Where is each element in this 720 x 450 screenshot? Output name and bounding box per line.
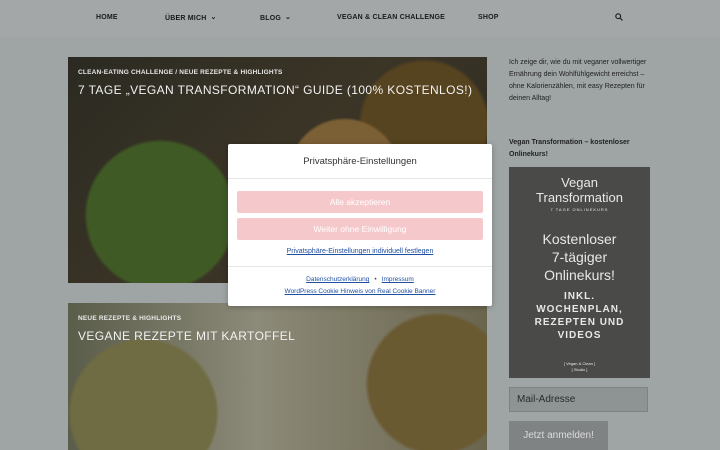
nav-item-label: VEGAN & CLEAN CHALLENGE bbox=[337, 14, 446, 21]
promo-brand: [ Vegan & Clean ] bbox=[563, 361, 596, 366]
nav-item-blog[interactable]: BLOG ⌄ bbox=[260, 14, 291, 22]
promo-title: Vegan bbox=[561, 175, 598, 190]
post-category[interactable]: CLEAN-EATING CHALLENGE / NEUE REZEPTE & … bbox=[78, 69, 283, 76]
accept-all-button[interactable]: Alle akzeptieren bbox=[237, 191, 483, 213]
email-field[interactable]: Mail-Adresse bbox=[509, 387, 648, 412]
continue-without-consent-button[interactable]: Weiter ohne Einwilligung bbox=[237, 218, 483, 240]
sidebar-intro: Ich zeige dir, wie du mit veganer vollwe… bbox=[509, 59, 647, 102]
nav-item-shop[interactable]: SHOP bbox=[478, 14, 499, 21]
cookie-banner-credit-link[interactable]: WordPress Cookie Hinweis von Real Cookie… bbox=[228, 288, 492, 295]
dialog-title: Privatsphäre-Einstellungen bbox=[303, 156, 417, 167]
nav-item-home[interactable]: HOME bbox=[96, 14, 118, 21]
legal-links: Datenschutzerklärung • Impressum bbox=[228, 276, 492, 283]
promo-brand: [ Studio ] bbox=[571, 367, 588, 372]
promo-offer: 7-tägiger bbox=[551, 249, 608, 265]
imprint-link[interactable]: Impressum bbox=[382, 276, 414, 283]
chevron-down-icon: ⌄ bbox=[285, 14, 292, 21]
privacy-policy-link[interactable]: Datenschutzerklärung bbox=[306, 276, 369, 283]
promo-offer: Kostenloser bbox=[542, 231, 617, 247]
divider bbox=[228, 266, 492, 267]
nav-item-label: ÜBER MICH bbox=[165, 15, 207, 22]
nav-item-label: BLOG bbox=[260, 15, 282, 22]
post-title[interactable]: 7 TAGE „VEGAN TRANSFORMATION“ GUIDE (100… bbox=[78, 83, 472, 97]
nav-item-label: HOME bbox=[96, 14, 118, 21]
email-placeholder: Mail-Adresse bbox=[517, 394, 576, 405]
promo-subtitle: 7 TAGE ONLINEKURS bbox=[550, 207, 609, 212]
nav-item-ueber-mich[interactable]: ÜBER MICH ⌄ bbox=[165, 14, 217, 22]
nav-item-label: SHOP bbox=[478, 14, 499, 21]
promo-includes: WOCHENPLAN, bbox=[536, 304, 623, 315]
cookie-consent-dialog: Privatsphäre-Einstellungen Alle akzeptie… bbox=[228, 144, 492, 306]
promo-includes: VIDEOS bbox=[557, 330, 602, 341]
post-card[interactable]: NEUE REZEPTE & HIGHLIGHTS VEGANE REZEPTE… bbox=[68, 303, 487, 450]
promo-includes: INKL. bbox=[563, 291, 596, 302]
sidebar-heading: Vegan Transformation – kostenloser Onlin… bbox=[509, 139, 630, 158]
promo-title: Transformation bbox=[536, 190, 623, 205]
chevron-down-icon: ⌄ bbox=[210, 14, 217, 21]
main-navigation: HOME ÜBER MICH ⌄ BLOG ⌄ VEGAN & CLEAN CHAL… bbox=[0, 0, 720, 37]
individual-settings-link[interactable]: Privatsphäre-Einstellungen individuell f… bbox=[228, 248, 492, 255]
post-category[interactable]: NEUE REZEPTE & HIGHLIGHTS bbox=[78, 315, 181, 322]
search-icon[interactable] bbox=[615, 13, 623, 21]
divider bbox=[228, 178, 492, 179]
link-separator: • bbox=[374, 276, 377, 283]
post-title[interactable]: VEGANE REZEPTE MIT KARTOFFEL bbox=[78, 329, 295, 343]
signup-button[interactable]: Jetzt anmelden! bbox=[509, 421, 608, 450]
nav-item-vegan-clean-challenge[interactable]: VEGAN & CLEAN CHALLENGE bbox=[337, 14, 445, 21]
promo-offer: Onlinekurs! bbox=[544, 267, 615, 283]
course-promo-image[interactable]: Vegan Transformation 7 TAGE ONLINEKURS K… bbox=[509, 167, 650, 378]
promo-includes: REZEPTEN UND bbox=[534, 317, 625, 328]
